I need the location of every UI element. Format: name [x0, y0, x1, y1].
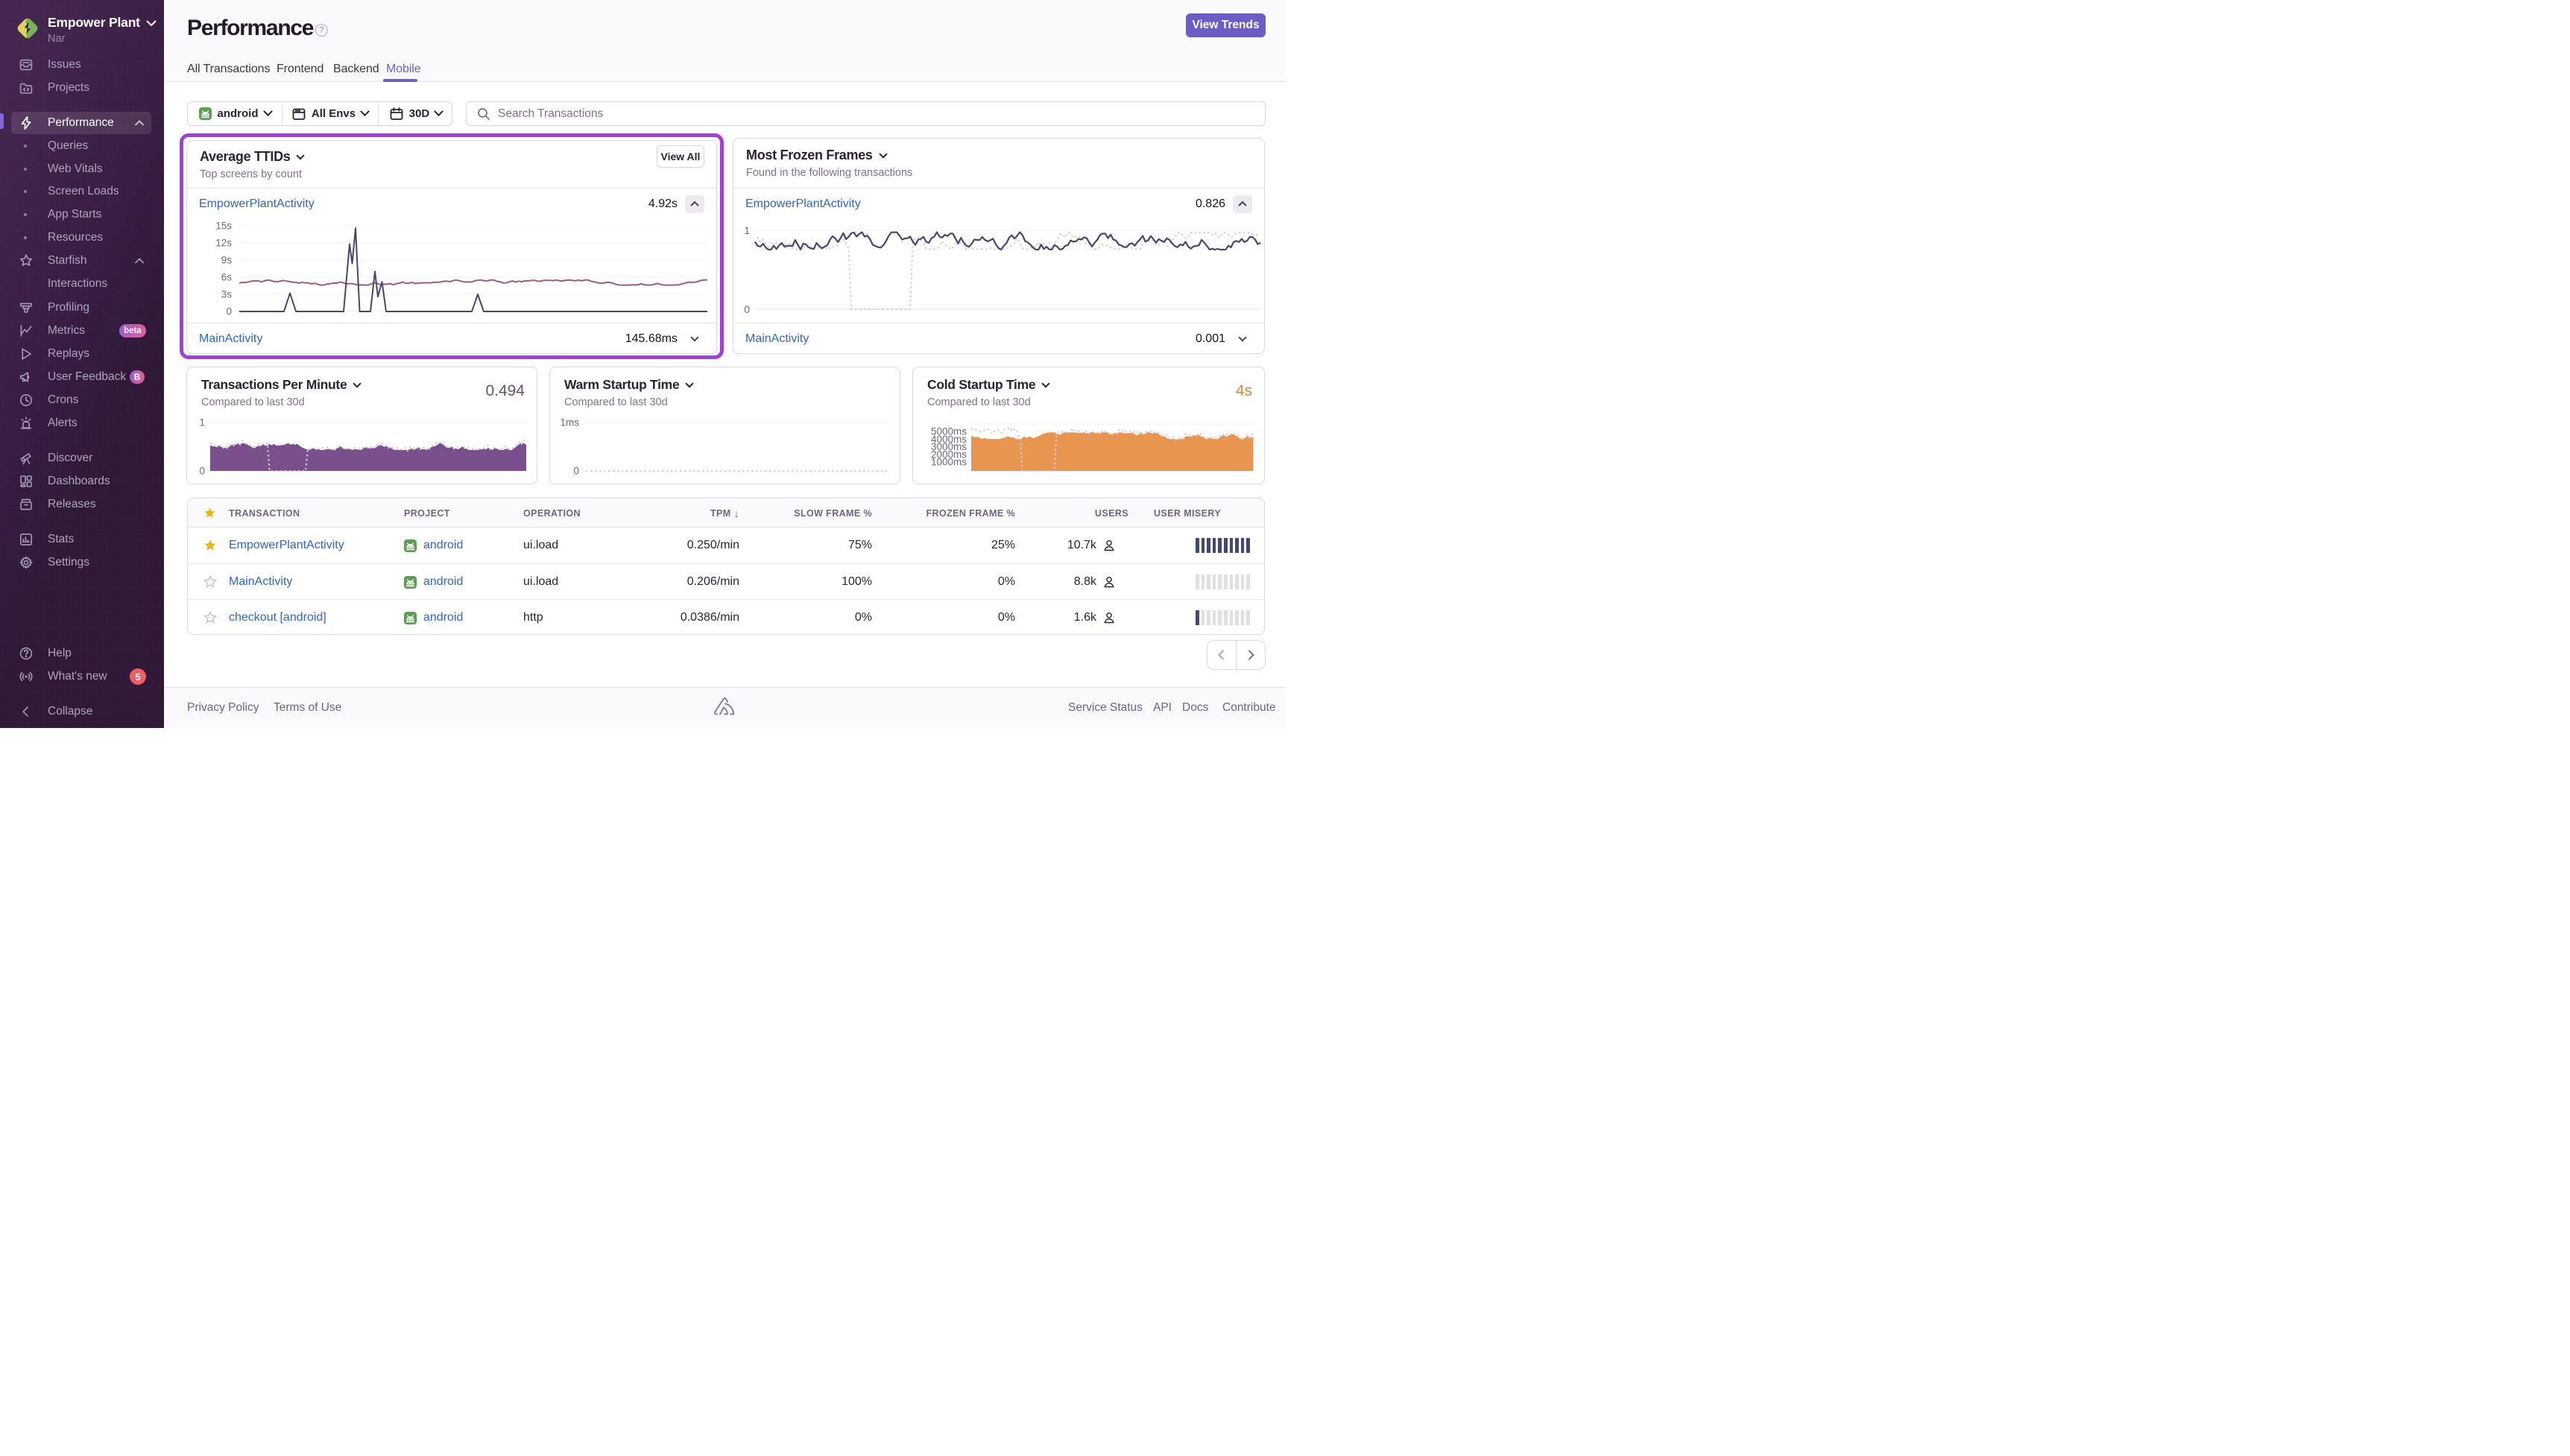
svg-text:0: 0 — [199, 466, 205, 477]
svg-text:0: 0 — [744, 303, 750, 315]
svg-text:9s: 9s — [221, 255, 233, 266]
svg-text:1000ms: 1000ms — [931, 457, 967, 468]
svg-text:3s: 3s — [221, 289, 233, 300]
svg-text:0: 0 — [573, 466, 579, 477]
svg-text:15s: 15s — [215, 221, 232, 232]
svg-text:6s: 6s — [221, 272, 233, 283]
svg-text:0: 0 — [226, 306, 232, 317]
svg-text:1ms: 1ms — [560, 417, 579, 428]
svg-text:12s: 12s — [215, 238, 232, 249]
svg-text:1: 1 — [199, 417, 205, 428]
svg-text:1: 1 — [744, 224, 750, 236]
